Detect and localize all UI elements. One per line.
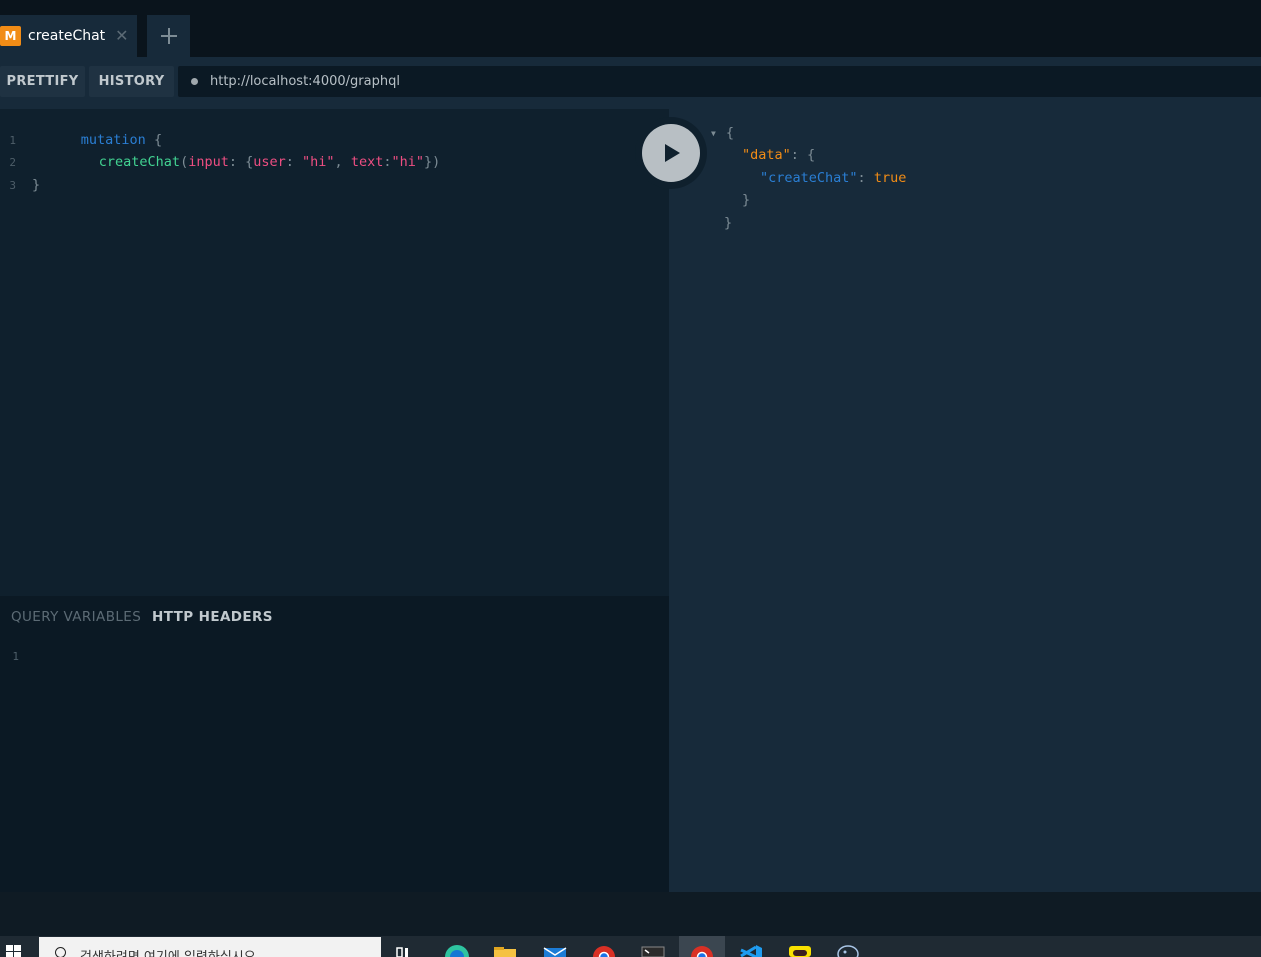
history-button[interactable]: HISTORY xyxy=(89,66,174,97)
bottom-strip xyxy=(0,892,1261,936)
connection-status-dot xyxy=(191,78,198,85)
line-number: 1 xyxy=(12,650,19,663)
execute-query-button[interactable] xyxy=(635,117,707,189)
punctuation: ( xyxy=(180,154,189,170)
string-value: "hi" xyxy=(302,154,335,170)
punctuation: } xyxy=(32,177,41,193)
argument-input: input xyxy=(188,154,229,170)
search-icon xyxy=(55,947,66,957)
play-icon xyxy=(665,144,680,162)
endpoint-url-input[interactable]: http://localhost:4000/graphql xyxy=(178,66,1261,97)
prettify-button[interactable]: PRETTIFY xyxy=(0,66,85,97)
variables-pane: QUERY VARIABLES HTTP HEADERS 1 xyxy=(0,596,669,892)
punctuation: }) xyxy=(423,154,441,170)
close-icon[interactable]: ✕ xyxy=(115,26,128,46)
chrome-active-icon[interactable] xyxy=(690,944,714,957)
result-line-5: } xyxy=(724,212,732,234)
execute-button-face xyxy=(642,124,700,182)
object-key-user: user xyxy=(253,154,286,170)
punctuation: } xyxy=(742,192,751,208)
endpoint-url-text: http://localhost:4000/graphql xyxy=(210,74,400,89)
chrome-icon[interactable] xyxy=(592,944,616,957)
line-number: 3 xyxy=(9,178,16,192)
task-view-icon[interactable] xyxy=(396,944,420,957)
mutation-badge: M xyxy=(0,26,21,46)
tab-createchat[interactable]: M createChat ✕ xyxy=(0,15,137,57)
punctuation: , xyxy=(334,154,351,170)
file-explorer-icon[interactable] xyxy=(493,944,517,957)
postgresql-icon[interactable] xyxy=(836,944,860,957)
windows-logo-icon[interactable] xyxy=(6,945,22,957)
fold-toggle-icon[interactable]: ▼ xyxy=(711,129,716,138)
plus-icon xyxy=(160,28,177,44)
toolbar: PRETTIFY HISTORY http://localhost:4000/g… xyxy=(0,57,1261,109)
punctuation: : { xyxy=(790,147,816,163)
code-line-2: 2 createChat(input: {user: "hi", text:"h… xyxy=(0,151,440,173)
result-pane: ▼{ "data": { "createChat": true } } xyxy=(669,109,1261,892)
punctuation: } xyxy=(724,215,733,231)
result-line-2: "data": { xyxy=(742,144,815,166)
string-value: "hi" xyxy=(391,154,424,170)
windows-taskbar: 검색하려면 여기에 입력하십시오. xyxy=(0,936,1261,957)
punctuation: : xyxy=(285,154,303,170)
result-line-1: ▼{ xyxy=(711,122,734,144)
line-number: 1 xyxy=(9,133,16,147)
punctuation: : xyxy=(857,170,874,186)
tab-http-headers[interactable]: HTTP HEADERS xyxy=(152,609,273,625)
edge-icon[interactable] xyxy=(444,944,469,957)
result-value-true: true xyxy=(873,170,907,186)
result-line-4: } xyxy=(742,189,750,211)
result-key-createchat: "createChat" xyxy=(760,170,858,186)
query-editor[interactable]: 1 mutation { 2 createChat(input: {user: … xyxy=(0,109,669,596)
tab-query-variables[interactable]: QUERY VARIABLES xyxy=(11,609,141,625)
line-number: 2 xyxy=(9,155,16,169)
terminal-icon[interactable] xyxy=(641,944,665,957)
taskbar-search-box[interactable]: 검색하려면 여기에 입력하십시오. xyxy=(39,937,381,957)
add-tab-button[interactable] xyxy=(147,15,190,57)
object-key-text: text xyxy=(350,154,384,170)
result-key-data: "data" xyxy=(742,147,791,163)
taskbar-search-placeholder: 검색하려면 여기에 입력하십시오. xyxy=(80,946,260,957)
result-line-3: "createChat": true xyxy=(760,167,906,189)
mail-icon[interactable] xyxy=(543,944,567,957)
code-line-3: 3 } xyxy=(0,174,40,196)
tab-bar: M createChat ✕ xyxy=(0,0,1261,57)
punctuation: { xyxy=(725,125,734,141)
punctuation: : xyxy=(228,154,246,170)
field-createchat: createChat xyxy=(98,154,181,170)
vscode-icon[interactable] xyxy=(739,944,763,957)
kakaotalk-icon[interactable] xyxy=(788,944,812,957)
tab-title: createChat xyxy=(28,28,106,44)
